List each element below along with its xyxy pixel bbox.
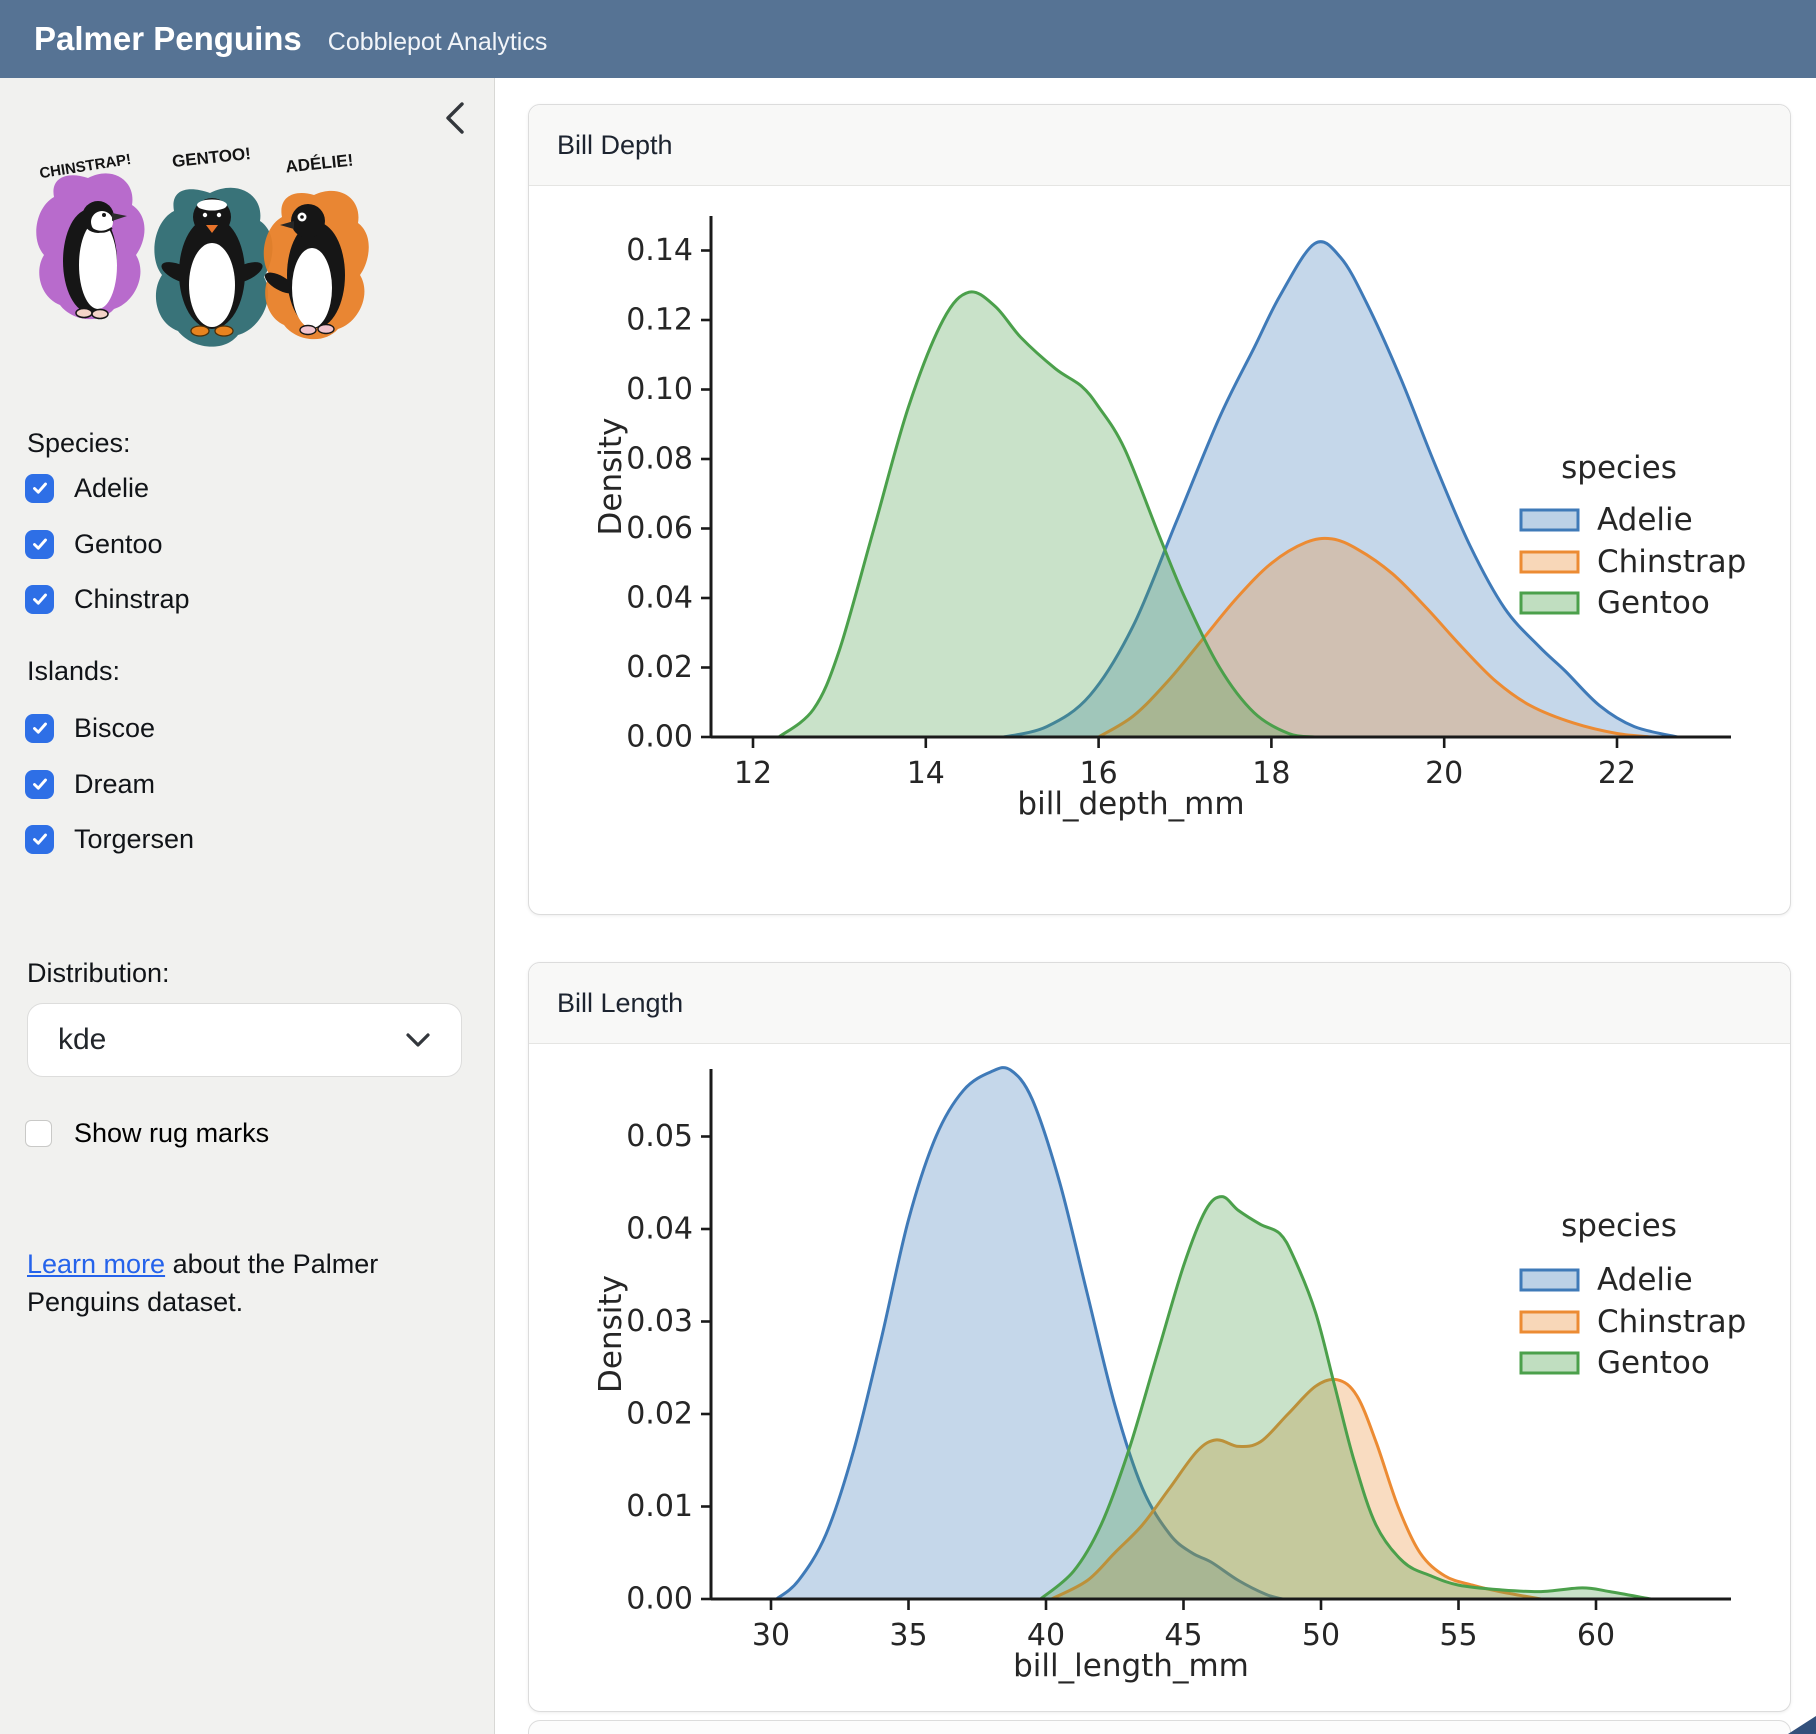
checkbox-box[interactable]	[25, 825, 54, 854]
svg-text:Gentoo: Gentoo	[1597, 585, 1710, 621]
check-icon	[30, 774, 50, 794]
svg-text:14: 14	[907, 756, 945, 791]
checkbox-box[interactable]	[25, 474, 54, 503]
penguins-artwork-image: CHINSTRAP! GENTOO! ADÉLIE!	[28, 133, 392, 403]
svg-text:0.12: 0.12	[626, 303, 693, 338]
learn-more-text: Learn more about the Palmer Penguins dat…	[27, 1245, 432, 1321]
rug-checkbox-label: Show rug marks	[74, 1118, 269, 1149]
chevron-left-icon	[438, 98, 472, 138]
bill-depth-card: Bill Depth 0.00 0.02 0.04 0.06 0.08 0.10 0.12 0…	[528, 104, 1791, 915]
svg-text:0.10: 0.10	[626, 372, 693, 407]
svg-text:0.02: 0.02	[626, 650, 693, 685]
svg-text:35: 35	[889, 1618, 927, 1653]
check-icon	[30, 829, 50, 849]
corner-plot-fragment	[1788, 1716, 1816, 1734]
check-icon	[30, 589, 50, 609]
bill-depth-chart: 0.000.020.040.060.080.100.120.1412141618…	[529, 186, 1790, 915]
checkbox-label: Dream	[74, 769, 155, 800]
checkbox-gentoo[interactable]: Gentoo	[25, 526, 163, 562]
svg-text:Density: Density	[593, 1275, 629, 1393]
svg-text:species: species	[1561, 1208, 1677, 1244]
svg-text:bill_depth_mm: bill_depth_mm	[1017, 786, 1244, 822]
artwork-label-adelie: ADÉLIE!	[285, 151, 355, 177]
rug-checkbox-box[interactable]	[25, 1120, 52, 1147]
bill-depth-card-title: Bill Depth	[529, 105, 1790, 186]
checkbox-box[interactable]	[25, 770, 54, 799]
svg-text:Adelie: Adelie	[1597, 1262, 1693, 1298]
distribution-label: Distribution:	[27, 958, 170, 989]
sidebar-collapse-button[interactable]	[438, 98, 472, 138]
svg-text:0.08: 0.08	[626, 442, 693, 477]
checkbox-box[interactable]	[25, 714, 54, 743]
svg-text:Gentoo: Gentoo	[1597, 1345, 1710, 1381]
svg-text:0.01: 0.01	[626, 1489, 693, 1524]
bill-length-chart: 0.000.010.020.030.040.0530354045505560bi…	[529, 1044, 1790, 1712]
checkbox-label: Gentoo	[74, 529, 163, 560]
sidebar: CHINSTRAP! GENTOO! ADÉLIE! Species: Adel…	[0, 78, 495, 1734]
svg-text:Chinstrap: Chinstrap	[1597, 544, 1746, 580]
svg-text:0.00: 0.00	[626, 720, 693, 755]
svg-text:12: 12	[734, 756, 772, 791]
artwork-label-gentoo: GENTOO!	[171, 144, 252, 171]
svg-text:Chinstrap: Chinstrap	[1597, 1304, 1746, 1340]
bill-length-card: Bill Length 0.00 0.01 0.02 0.03 0.04 0.05 30 35…	[528, 962, 1791, 1712]
checkbox-label: Adelie	[74, 473, 149, 504]
svg-text:species: species	[1561, 450, 1677, 486]
app-header: Palmer Penguins Cobblepot Analytics	[0, 0, 1816, 78]
svg-text:0.02: 0.02	[626, 1397, 693, 1432]
svg-text:0.06: 0.06	[626, 511, 693, 546]
checkbox-dream[interactable]: Dream	[25, 766, 155, 802]
svg-text:55: 55	[1439, 1618, 1477, 1653]
checkbox-label: Torgersen	[74, 824, 194, 855]
svg-text:20: 20	[1425, 756, 1463, 791]
svg-text:0.14: 0.14	[626, 233, 693, 268]
species-group-label: Species:	[27, 428, 131, 459]
checkbox-box[interactable]	[25, 585, 54, 614]
checkbox-label: Chinstrap	[74, 584, 190, 615]
app-title: Palmer Penguins	[34, 0, 302, 78]
check-icon	[30, 718, 50, 738]
learn-more-link[interactable]: Learn more	[27, 1249, 165, 1279]
svg-text:Adelie: Adelie	[1597, 502, 1693, 538]
checkbox-torgersen[interactable]: Torgersen	[25, 821, 194, 857]
check-icon	[30, 534, 50, 554]
svg-text:30: 30	[752, 1618, 790, 1653]
distribution-selected-value: kde	[58, 1023, 106, 1057]
checkbox-biscoe[interactable]: Biscoe	[25, 710, 155, 746]
distribution-select[interactable]: kde	[27, 1003, 462, 1077]
svg-text:0.00: 0.00	[626, 1582, 693, 1617]
svg-text:0.05: 0.05	[626, 1119, 693, 1154]
checkbox-label: Biscoe	[74, 713, 155, 744]
check-icon	[30, 478, 50, 498]
svg-text:bill_length_mm: bill_length_mm	[1013, 1648, 1249, 1684]
checkbox-box[interactable]	[25, 530, 54, 559]
svg-text:0.04: 0.04	[626, 1212, 693, 1247]
svg-text:22: 22	[1598, 756, 1636, 791]
svg-text:0.04: 0.04	[626, 581, 693, 616]
chevron-down-icon	[403, 1030, 433, 1050]
rug-checkbox[interactable]: Show rug marks	[25, 1116, 269, 1150]
svg-text:60: 60	[1577, 1618, 1615, 1653]
svg-text:Density: Density	[593, 418, 629, 536]
app-subtitle: Cobblepot Analytics	[328, 28, 548, 57]
svg-text:18: 18	[1252, 756, 1290, 791]
checkbox-adelie[interactable]: Adelie	[25, 470, 149, 506]
svg-text:0.03: 0.03	[626, 1304, 693, 1339]
bill-length-card-title: Bill Length	[529, 963, 1790, 1044]
next-card-peek	[528, 1720, 1791, 1734]
svg-text:50: 50	[1302, 1618, 1340, 1653]
islands-group-label: Islands:	[27, 656, 120, 687]
checkbox-chinstrap[interactable]: Chinstrap	[25, 581, 190, 617]
